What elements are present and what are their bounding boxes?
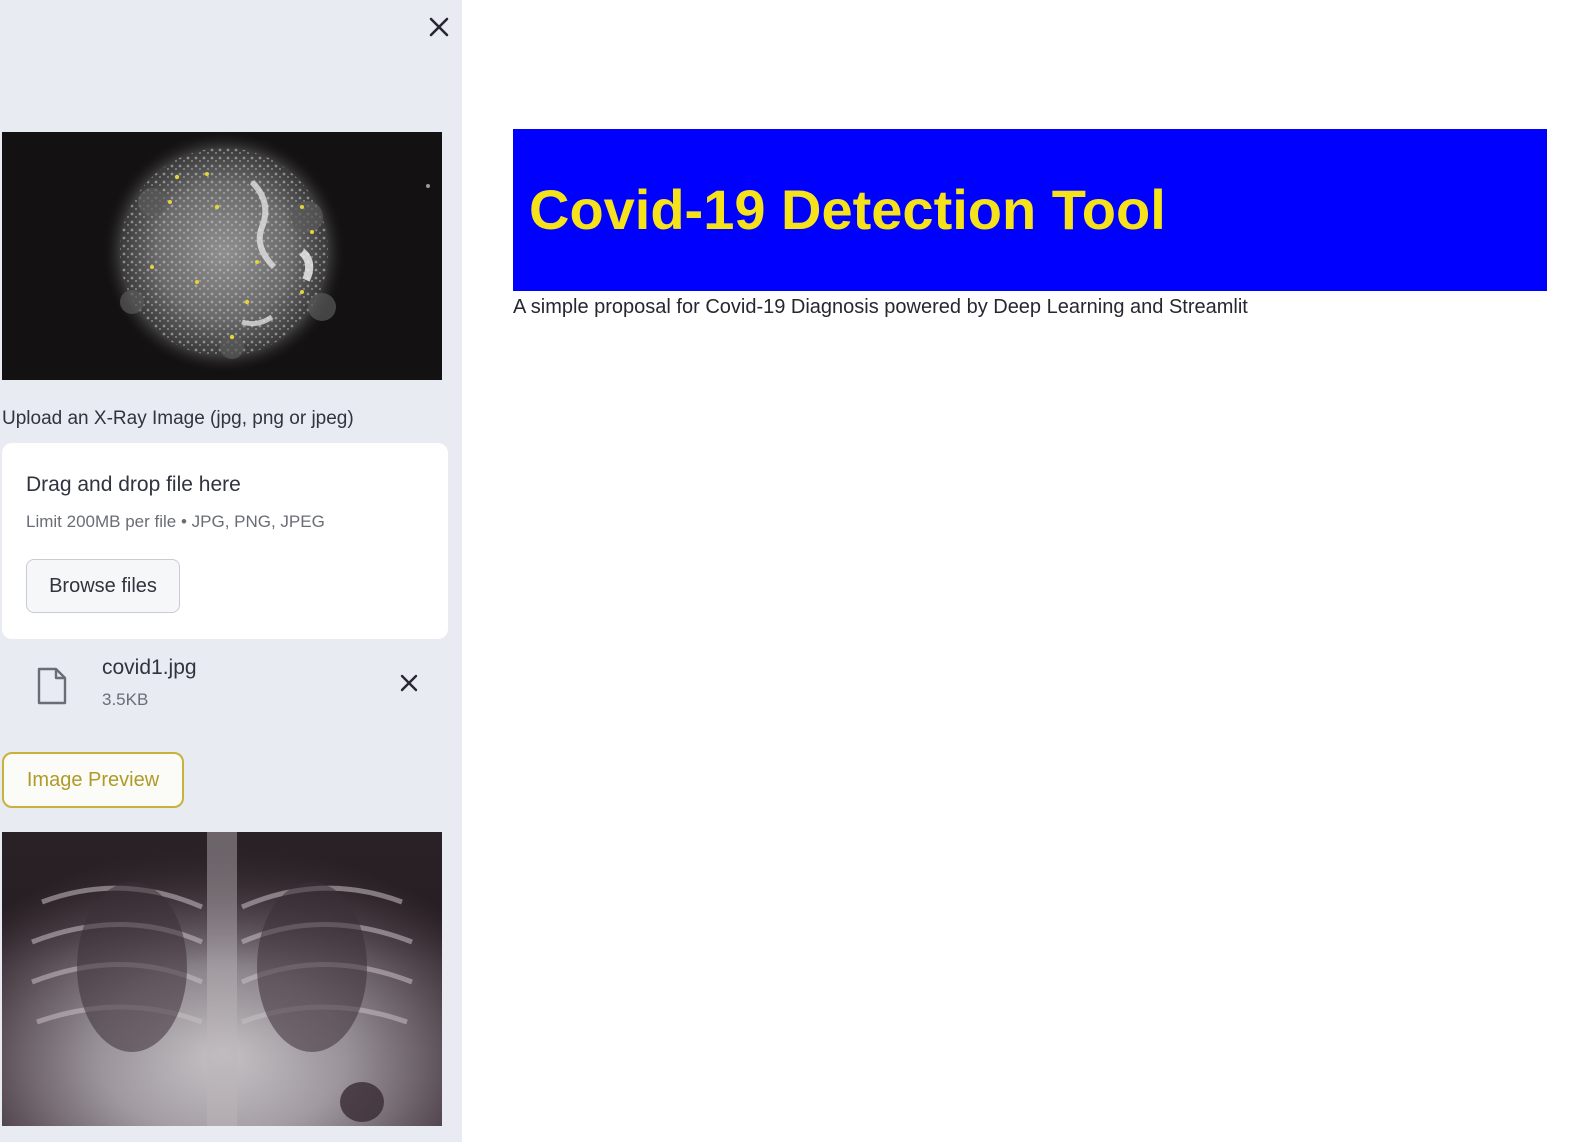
close-sidebar-icon[interactable] [424, 12, 454, 42]
file-icon [36, 666, 68, 706]
dropzone-limit-text: Limit 200MB per file • JPG, PNG, JPEG [26, 512, 325, 531]
image-preview-button[interactable]: Image Preview [2, 752, 184, 808]
file-dropzone[interactable]: Drag and drop file here Limit 200MB per … [2, 443, 448, 639]
page-subtitle: A simple proposal for Covid-19 Diagnosis… [513, 296, 1248, 318]
title-banner: Covid-19 Detection Tool [513, 129, 1547, 291]
chest-xray-image [2, 832, 442, 1126]
remove-file-icon[interactable] [394, 668, 424, 698]
uploaded-file-item: covid1.jpg 3.5KB [0, 654, 450, 724]
uploaded-file-size: 3.5KB [102, 690, 149, 709]
virus-image [2, 132, 442, 380]
page-title: Covid-19 Detection Tool [529, 178, 1166, 241]
dropzone-title: Drag and drop file here [26, 473, 241, 496]
uploaded-file-name: covid1.jpg [102, 656, 197, 679]
sidebar: Upload an X-Ray Image (jpg, png or jpeg)… [0, 0, 462, 1142]
upload-label: Upload an X-Ray Image (jpg, png or jpeg) [2, 408, 354, 429]
browse-files-button[interactable]: Browse files [26, 559, 180, 613]
